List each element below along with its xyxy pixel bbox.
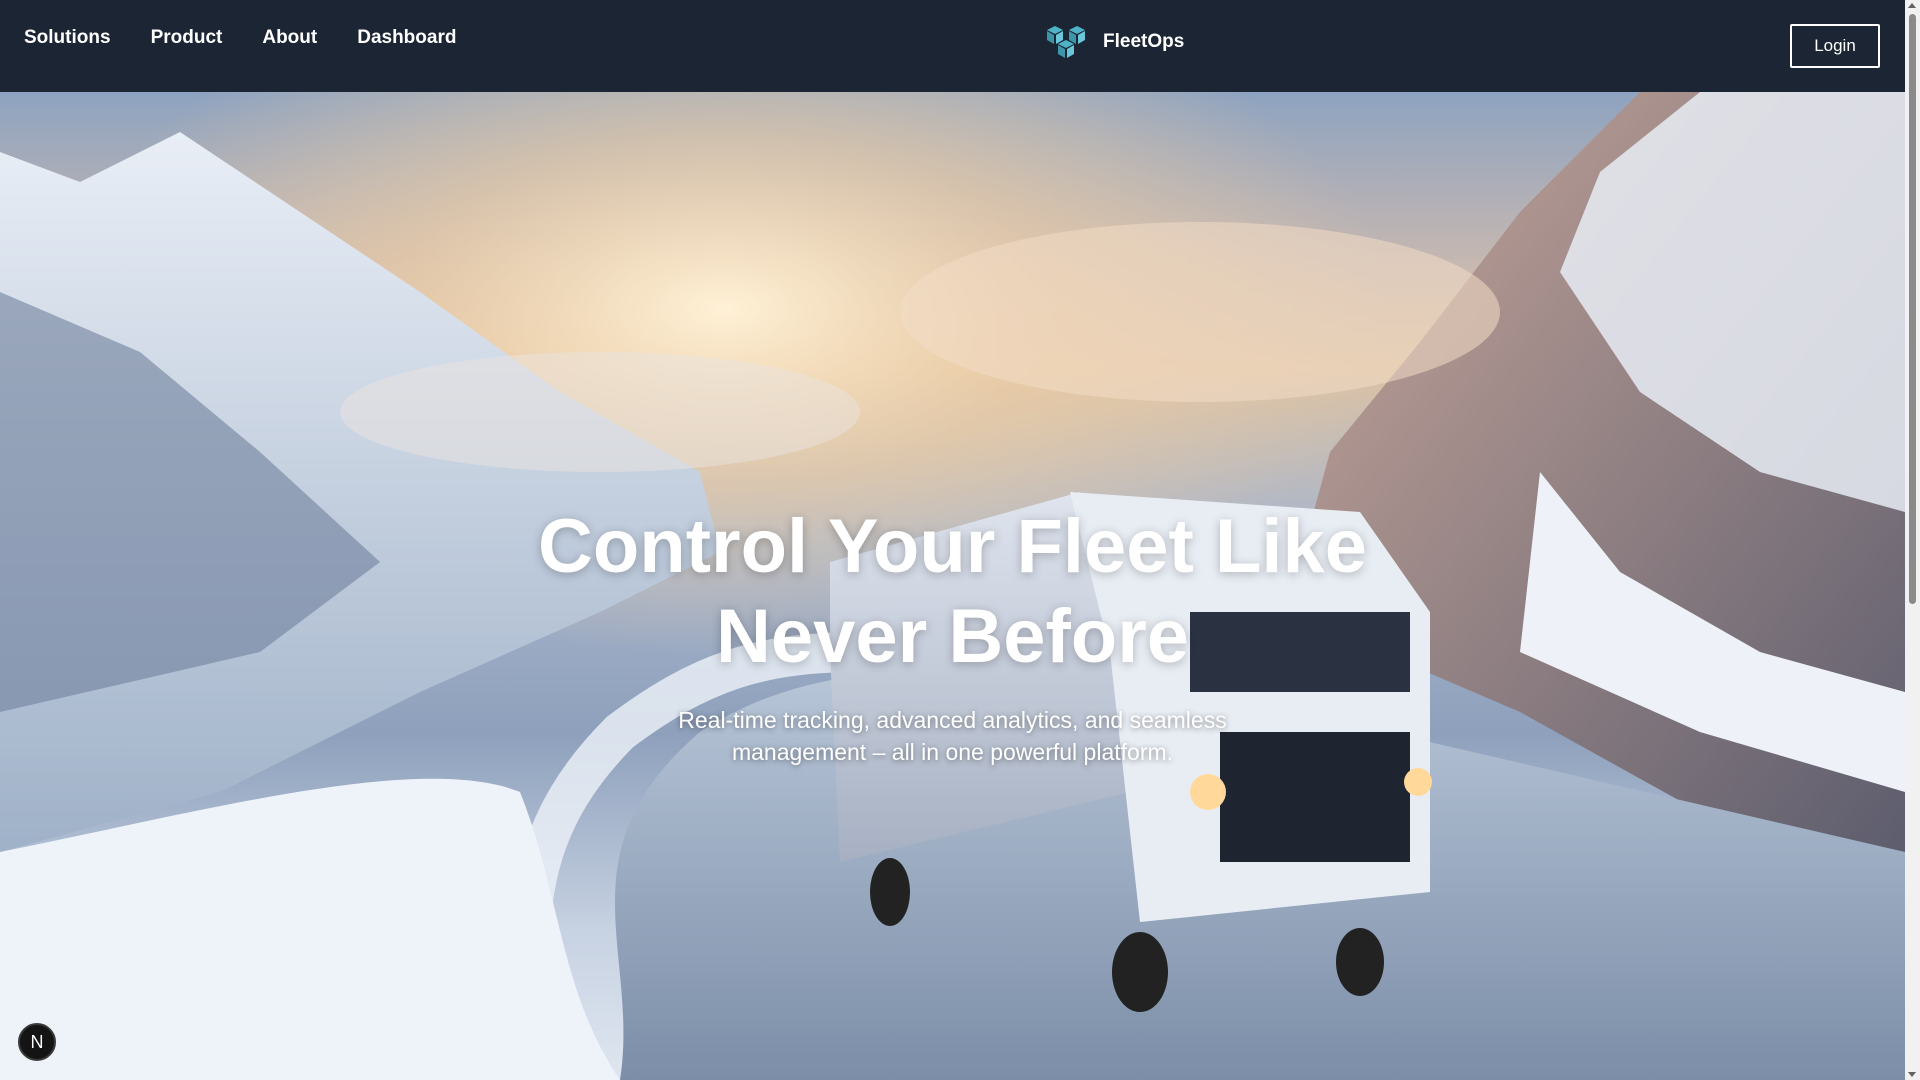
nav-link-about[interactable]: About [262, 26, 317, 50]
scrollbar-thumb[interactable] [1909, 14, 1916, 604]
scroll-down-arrow-icon[interactable] [1908, 1072, 1916, 1077]
page: Solutions Product About Dashboard FleetO… [0, 0, 1920, 1080]
top-navigation-bar: Solutions Product About Dashboard FleetO… [0, 0, 1905, 92]
next-dev-indicator-icon[interactable]: N [18, 1023, 56, 1061]
hero-title: Control Your Fleet Like Never Before [537, 504, 1368, 679]
nav-link-dashboard[interactable]: Dashboard [357, 26, 456, 50]
hero-subtitle: Real-time tracking, advanced analytics, … [678, 707, 1227, 765]
cubes-logo-icon [1047, 26, 1085, 58]
brand-name: FleetOps [1103, 31, 1185, 52]
hero-copy: Control Your Fleet Like Never Before Rea… [0, 502, 1905, 768]
login-button[interactable]: Login [1790, 24, 1880, 68]
brand-home-link[interactable]: FleetOps [1045, 22, 1184, 62]
nav-link-solutions[interactable]: Solutions [24, 26, 111, 50]
scroll-up-arrow-icon[interactable] [1908, 3, 1916, 8]
hero-section: Control Your Fleet Like Never Before Rea… [0, 92, 1905, 1080]
page-scrollbar[interactable] [1905, 0, 1920, 1080]
nav-link-product[interactable]: Product [151, 26, 223, 50]
main-nav: Solutions Product About Dashboard [24, 26, 456, 50]
